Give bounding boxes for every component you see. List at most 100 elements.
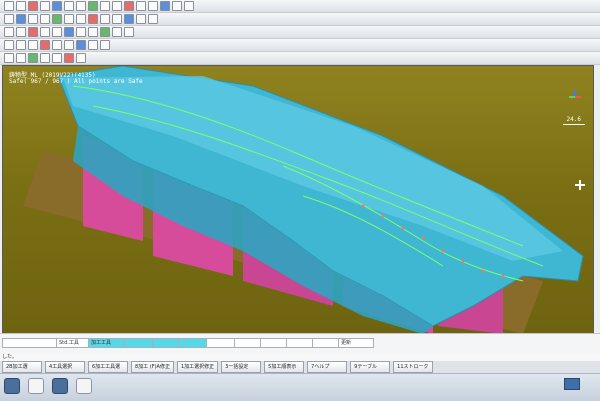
- toolbar-button[interactable]: [52, 1, 62, 11]
- point: [501, 274, 505, 278]
- system-tray-icon[interactable]: [564, 378, 580, 390]
- status-cell-1: Std.工具: [56, 338, 90, 348]
- toolbar-button[interactable]: [76, 1, 86, 11]
- toolbar-button[interactable]: [148, 1, 158, 11]
- fkey-9[interactable]: 9テーブル: [350, 361, 391, 373]
- toolbar-button[interactable]: [40, 14, 50, 24]
- toolbar-button[interactable]: [40, 1, 50, 11]
- toolbar-button[interactable]: [124, 14, 134, 24]
- function-key-bar: 2B加工選 4工具選択 6加工工具選 8加工 (F)A修正 1加工選択修正 3一…: [0, 361, 600, 373]
- fkey-10[interactable]: 11ストローク: [393, 361, 434, 373]
- point: [401, 226, 405, 230]
- status-cell-10: [312, 338, 340, 348]
- toolbar-button[interactable]: [52, 14, 62, 24]
- status-cell-6: [206, 338, 236, 348]
- fkey-5[interactable]: 1加工選択修正: [176, 361, 219, 373]
- toolbar-button[interactable]: [64, 14, 74, 24]
- toolbar-button[interactable]: [16, 27, 26, 37]
- scale-bar: [563, 124, 585, 125]
- toolbar-button[interactable]: [40, 27, 50, 37]
- cad-model-view[interactable]: [3, 66, 593, 334]
- toolbar-button[interactable]: [16, 14, 26, 24]
- start-button-icon[interactable]: [4, 378, 20, 394]
- toolbar-button[interactable]: [4, 27, 14, 37]
- toolbar-button[interactable]: [40, 53, 50, 63]
- toolbar-button[interactable]: [52, 27, 62, 37]
- point: [381, 214, 385, 218]
- toolbar-button[interactable]: [64, 53, 74, 63]
- toolbar-button[interactable]: [172, 1, 182, 11]
- toolbar-button[interactable]: [4, 14, 14, 24]
- toolbar-row-4: [0, 39, 600, 52]
- toolbar-button[interactable]: [4, 1, 14, 11]
- status-message: した。: [0, 353, 600, 361]
- toolbar-button[interactable]: [16, 53, 26, 63]
- fkey-2[interactable]: 4工具選択: [45, 361, 85, 373]
- toolbar-button[interactable]: [100, 14, 110, 24]
- toolbar-button[interactable]: [88, 14, 98, 24]
- toolbar-button[interactable]: [100, 27, 110, 37]
- toolbar-button[interactable]: [148, 14, 158, 24]
- toolbar-button[interactable]: [52, 53, 62, 63]
- status-cell-7: [234, 338, 262, 348]
- fkey-3[interactable]: 6加工工具選: [88, 361, 128, 373]
- app-icon[interactable]: [28, 378, 44, 394]
- toolbar-button[interactable]: [64, 40, 74, 50]
- toolbar-row-3: [0, 26, 600, 39]
- toolbar-button[interactable]: [76, 14, 86, 24]
- toolbar-button[interactable]: [160, 1, 170, 11]
- toolbar-button[interactable]: [112, 1, 122, 11]
- toolbar-button[interactable]: [4, 40, 14, 50]
- status-cell-3: [124, 338, 154, 348]
- status-cell-8: [260, 338, 288, 348]
- xyz-axis-icon: [567, 88, 583, 104]
- toolbar-button[interactable]: [112, 14, 122, 24]
- point: [481, 269, 485, 273]
- toolbar-button[interactable]: [16, 1, 26, 11]
- toolbar-button[interactable]: [184, 1, 194, 11]
- fkey-7[interactable]: 5加工順表示: [264, 361, 305, 373]
- status-cell-9: [286, 338, 314, 348]
- fkey-4[interactable]: 8加工 (F)A修正: [131, 361, 174, 373]
- toolbar-button[interactable]: [124, 1, 134, 11]
- toolbar-button[interactable]: [64, 1, 74, 11]
- toolbar-button[interactable]: [28, 53, 38, 63]
- fkey-8[interactable]: 7ヘルプ: [307, 361, 348, 373]
- toolbar-button[interactable]: [28, 27, 38, 37]
- toolbar-button[interactable]: [76, 40, 86, 50]
- toolbar-button[interactable]: [136, 14, 146, 24]
- toolbar-button[interactable]: [28, 14, 38, 24]
- fkey-1[interactable]: 2B加工選: [2, 361, 42, 373]
- 3d-viewport[interactable]: 鋳物型_ML (2019V22)(4135) Safe( 967 / 967 )…: [2, 65, 594, 335]
- toolbar-button[interactable]: [40, 40, 50, 50]
- app-icon[interactable]: [76, 378, 92, 394]
- app-icon[interactable]: [52, 378, 68, 394]
- status-cell-0: [2, 338, 58, 348]
- toolbar-button[interactable]: [100, 1, 110, 11]
- toolbar-button[interactable]: [64, 27, 74, 37]
- toolbar-button[interactable]: [76, 27, 86, 37]
- point: [461, 259, 465, 263]
- toolbar-button[interactable]: [124, 27, 134, 37]
- status-cell-5: [178, 338, 208, 348]
- status-bar: Std.工具 加工工具 更新: [0, 333, 600, 354]
- toolbar-button[interactable]: [52, 40, 62, 50]
- point: [441, 249, 445, 253]
- toolbar-button[interactable]: [76, 53, 86, 63]
- toolbar-button[interactable]: [88, 40, 98, 50]
- cam-application-window: 鋳物型_ML (2019V22)(4135) Safe( 967 / 967 )…: [0, 0, 600, 401]
- toolbar-button[interactable]: [28, 40, 38, 50]
- status-cell-2: 加工工具: [88, 338, 126, 348]
- update-button[interactable]: 更新: [338, 338, 374, 348]
- toolbar-button[interactable]: [88, 1, 98, 11]
- toolbar-button[interactable]: [88, 27, 98, 37]
- toolbar-button[interactable]: [100, 40, 110, 50]
- toolbar-button[interactable]: [136, 1, 146, 11]
- toolbar-button[interactable]: [4, 53, 14, 63]
- fkey-6[interactable]: 3一括設定: [221, 361, 262, 373]
- crosshair-icon: [575, 180, 585, 190]
- windows-taskbar: [0, 373, 600, 401]
- toolbar-button[interactable]: [112, 27, 122, 37]
- toolbar-button[interactable]: [16, 40, 26, 50]
- toolbar-button[interactable]: [28, 1, 38, 11]
